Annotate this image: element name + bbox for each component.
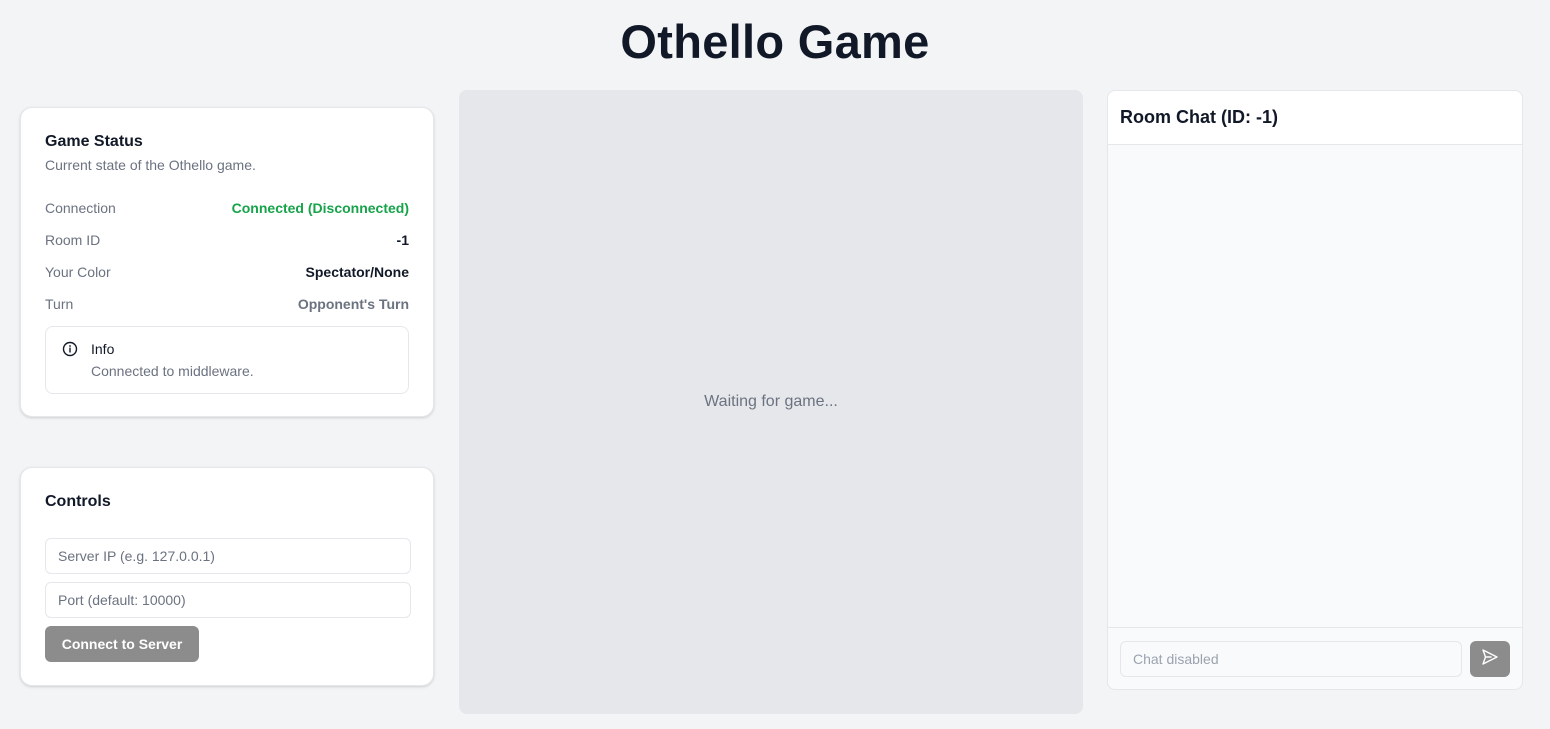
chat-messages-area[interactable] (1108, 145, 1522, 629)
room-chat-card: Room Chat (ID: -1) (1107, 90, 1523, 690)
game-status-card: Game Status Current state of the Othello… (20, 107, 434, 417)
status-row-color: Your Color Spectator/None (45, 256, 409, 288)
status-label: Room ID (45, 232, 101, 248)
send-icon (1481, 648, 1499, 669)
controls-title: Controls (45, 493, 111, 510)
port-input[interactable] (45, 582, 411, 618)
status-label: Turn (45, 296, 74, 312)
info-alert: Info Connected to middleware. (45, 326, 409, 394)
chat-footer (1108, 627, 1522, 689)
server-ip-input[interactable] (45, 538, 411, 574)
status-label: Your Color (45, 264, 111, 280)
status-row-connection: Connection Connected (Disconnected) (45, 192, 409, 224)
info-title: Info (91, 341, 115, 357)
your-color-value: Spectator/None (305, 264, 409, 280)
info-icon (62, 341, 78, 357)
controls-card: Controls Connect to Server (20, 467, 434, 686)
status-label: Connection (45, 200, 116, 216)
status-row-room-id: Room ID -1 (45, 224, 409, 256)
info-text: Connected to middleware. (91, 363, 254, 379)
status-rows: Connection Connected (Disconnected) Room… (45, 192, 409, 320)
game-status-description: Current state of the Othello game. (45, 157, 256, 173)
status-row-turn: Turn Opponent's Turn (45, 288, 409, 320)
waiting-for-game-text: Waiting for game... (704, 393, 838, 410)
chat-input[interactable] (1120, 640, 1462, 677)
turn-value: Opponent's Turn (297, 296, 409, 312)
page-title: Othello Game (620, 15, 930, 68)
chat-header: Room Chat (ID: -1) (1108, 91, 1522, 145)
room-id-value: -1 (396, 232, 409, 248)
game-board-area: Waiting for game... (459, 90, 1083, 714)
send-message-button[interactable] (1470, 640, 1510, 677)
connect-to-server-button[interactable]: Connect to Server (45, 626, 199, 662)
chat-title: Room Chat (ID: -1) (1120, 107, 1278, 127)
game-status-title: Game Status (45, 133, 143, 150)
connection-status-value: Connected (Disconnected) (231, 200, 409, 216)
